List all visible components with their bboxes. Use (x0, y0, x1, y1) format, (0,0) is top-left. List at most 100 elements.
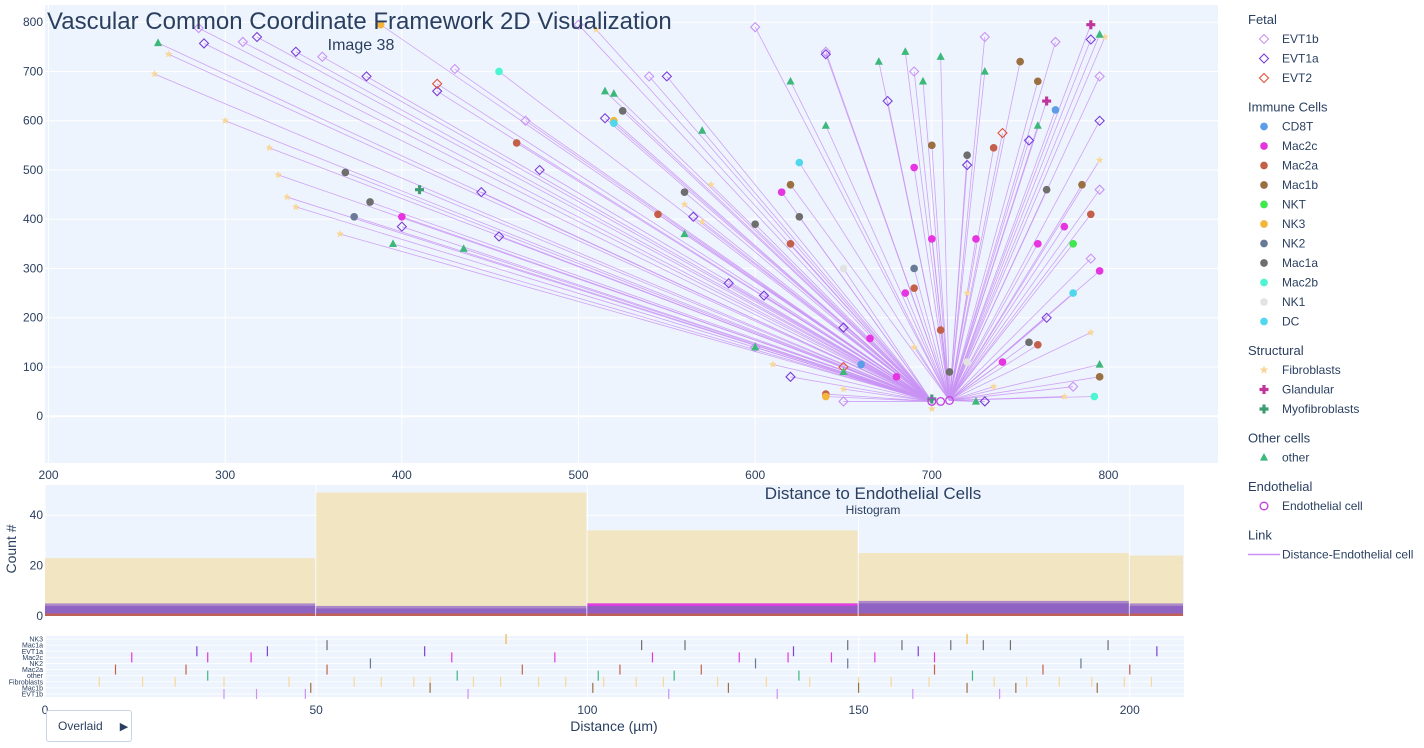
point-mac1a (945, 368, 954, 376)
legend-symbol-nk3 (1260, 220, 1268, 228)
distance-x-tick-label: 100 (577, 703, 597, 717)
legend-symbol-mac1a (1260, 259, 1268, 267)
overlaid-play-button[interactable]: Overlaid ▶ (46, 710, 132, 742)
legend-symbol-mac2c (1260, 142, 1268, 150)
histogram-bar-mac2a[interactable] (587, 613, 858, 616)
legend-symbol-other (1259, 453, 1269, 461)
point-mac2c (892, 372, 901, 381)
legend-symbol-nk1 (1260, 298, 1268, 306)
legend-label: Mac2c (1282, 139, 1317, 153)
histogram-bar-mac2a[interactable] (858, 613, 1129, 616)
legend-label: NK2 (1282, 237, 1306, 251)
point-dc (1069, 289, 1077, 297)
scatter-y-tick-label: 100 (23, 360, 43, 374)
legend-group-other-cells: Other cells (1248, 431, 1311, 446)
legend-label: NK1 (1282, 295, 1306, 309)
legend-symbol-evt1b (1258, 33, 1270, 45)
legend-symbol-nk2 (1260, 239, 1268, 248)
scatter-y-tick-label: 800 (23, 15, 43, 29)
legend-item-mac2b[interactable]: Mac2b (1260, 276, 1318, 290)
point-mac2c (972, 235, 980, 243)
legend-item-distance-endothelial-cell[interactable]: Distance-Endothelial cell (1248, 548, 1413, 562)
legend-item-mac2c[interactable]: Mac2c (1260, 139, 1317, 153)
point-mac2c (866, 334, 874, 343)
legend-label: EVT1a (1282, 52, 1319, 66)
point-mac1a (680, 188, 689, 196)
legend-symbol-dc (1260, 317, 1268, 326)
point-mac1b (927, 141, 936, 150)
point-mac1a (1025, 338, 1033, 347)
legend-item-nk3[interactable]: NK3 (1260, 217, 1306, 231)
point-mac2c (777, 188, 786, 196)
histogram-bar-mac2a[interactable] (316, 613, 587, 616)
point-mac1b (1016, 57, 1024, 66)
legend-item-nk1[interactable]: NK1 (1260, 295, 1306, 309)
scatter-y-tick-label: 0 (36, 409, 43, 423)
scatter-y-tick-label: 500 (23, 163, 43, 177)
legend-label: Mac1a (1282, 256, 1318, 270)
legend-label: Mac1b (1282, 178, 1318, 192)
legend-label: NKT (1282, 198, 1307, 212)
point-mac1b (786, 180, 795, 189)
histogram-y-tick-labels: 0 20 40 (30, 508, 44, 623)
legend-group-immune-cells: Immune Cells (1248, 100, 1328, 115)
legend-item-dc[interactable]: DC (1260, 315, 1300, 329)
point-nk2 (910, 264, 918, 273)
legend-item-evt1b[interactable]: EVT1b (1258, 32, 1320, 46)
legend-label: Distance-Endothelial cell (1282, 548, 1413, 562)
scatter-x-tick-label: 400 (392, 468, 412, 482)
histogram-bar-mac2a[interactable] (1129, 613, 1183, 616)
legend-item-nk2[interactable]: NK2 (1260, 237, 1306, 251)
point-mac1b (1033, 77, 1042, 86)
point-mac2c (910, 163, 918, 172)
point-mac1a (341, 168, 350, 177)
distance-x-tick-label: 50 (310, 703, 324, 717)
point-nk2 (350, 212, 358, 221)
legend-label: Endothelial cell (1282, 499, 1363, 513)
legend-item-cd8t[interactable]: CD8T (1260, 120, 1314, 134)
point-mac2c (901, 289, 910, 297)
histogram-y-axis-label: Count # (3, 524, 19, 573)
histogram-subtitle: Histogram (846, 503, 901, 517)
legend-item-glandular[interactable]: Glandular (1259, 383, 1335, 397)
scatter-plot-area[interactable] (45, 5, 1218, 463)
legend-item-mac1a[interactable]: Mac1a (1260, 256, 1318, 270)
legend-item-myofibroblasts[interactable]: Myofibroblasts (1259, 402, 1360, 416)
scatter-y-tick-label: 700 (23, 64, 43, 78)
point-mac2a (512, 139, 521, 147)
point-dc (795, 158, 804, 167)
legend-symbol-mac1b (1260, 181, 1268, 189)
legend-item-nkt[interactable]: NKT (1260, 198, 1307, 212)
legend-symbol-endothelial-cell (1259, 501, 1269, 511)
figure: 200 300 400 500 600 700 8000100200300400500600… (3, 5, 1413, 734)
legend-item-other[interactable]: other (1259, 451, 1309, 465)
scatter-x-tick-label: 600 (745, 468, 765, 482)
point-mac2a (910, 284, 918, 292)
point-nk1 (839, 264, 848, 273)
legend-item-evt1a[interactable]: EVT1a (1258, 52, 1320, 66)
legend-label: Glandular (1282, 383, 1334, 397)
legend-item-fibroblasts[interactable]: Fibroblasts (1259, 363, 1341, 377)
legend-label: EVT1b (1282, 32, 1319, 46)
point-mac2b (495, 67, 503, 76)
scatter-y-tick-label: 400 (23, 212, 43, 226)
distance-x-tick-label: 200 (1120, 703, 1140, 717)
legend-item-mac1b[interactable]: Mac1b (1260, 178, 1318, 192)
legend-item-endothelial-cell[interactable]: Endothelial cell (1259, 499, 1363, 513)
scatter-x-tick-label: 700 (922, 468, 942, 482)
point-mac1a (618, 107, 627, 115)
scatter-x-tick-label: 800 (1098, 468, 1118, 482)
point-mac2a (654, 210, 662, 219)
histogram-bar-mac2a[interactable] (45, 613, 316, 616)
legend-symbol-evt1a (1258, 53, 1270, 64)
legend-item-evt2[interactable]: EVT2 (1258, 71, 1313, 85)
histogram-bar-fibroblasts[interactable] (316, 492, 587, 616)
rug-label-evt1b: EVT1b (22, 691, 44, 698)
point-mac1a (963, 151, 971, 160)
legend-label: DC (1282, 315, 1300, 329)
point-mac1b (1078, 180, 1086, 189)
histogram-y-tick-label: 40 (30, 508, 44, 522)
histogram-bar-fibroblasts[interactable] (587, 530, 858, 616)
legend-label: Myofibroblasts (1282, 402, 1359, 416)
legend-item-mac2a[interactable]: Mac2a (1260, 159, 1318, 173)
